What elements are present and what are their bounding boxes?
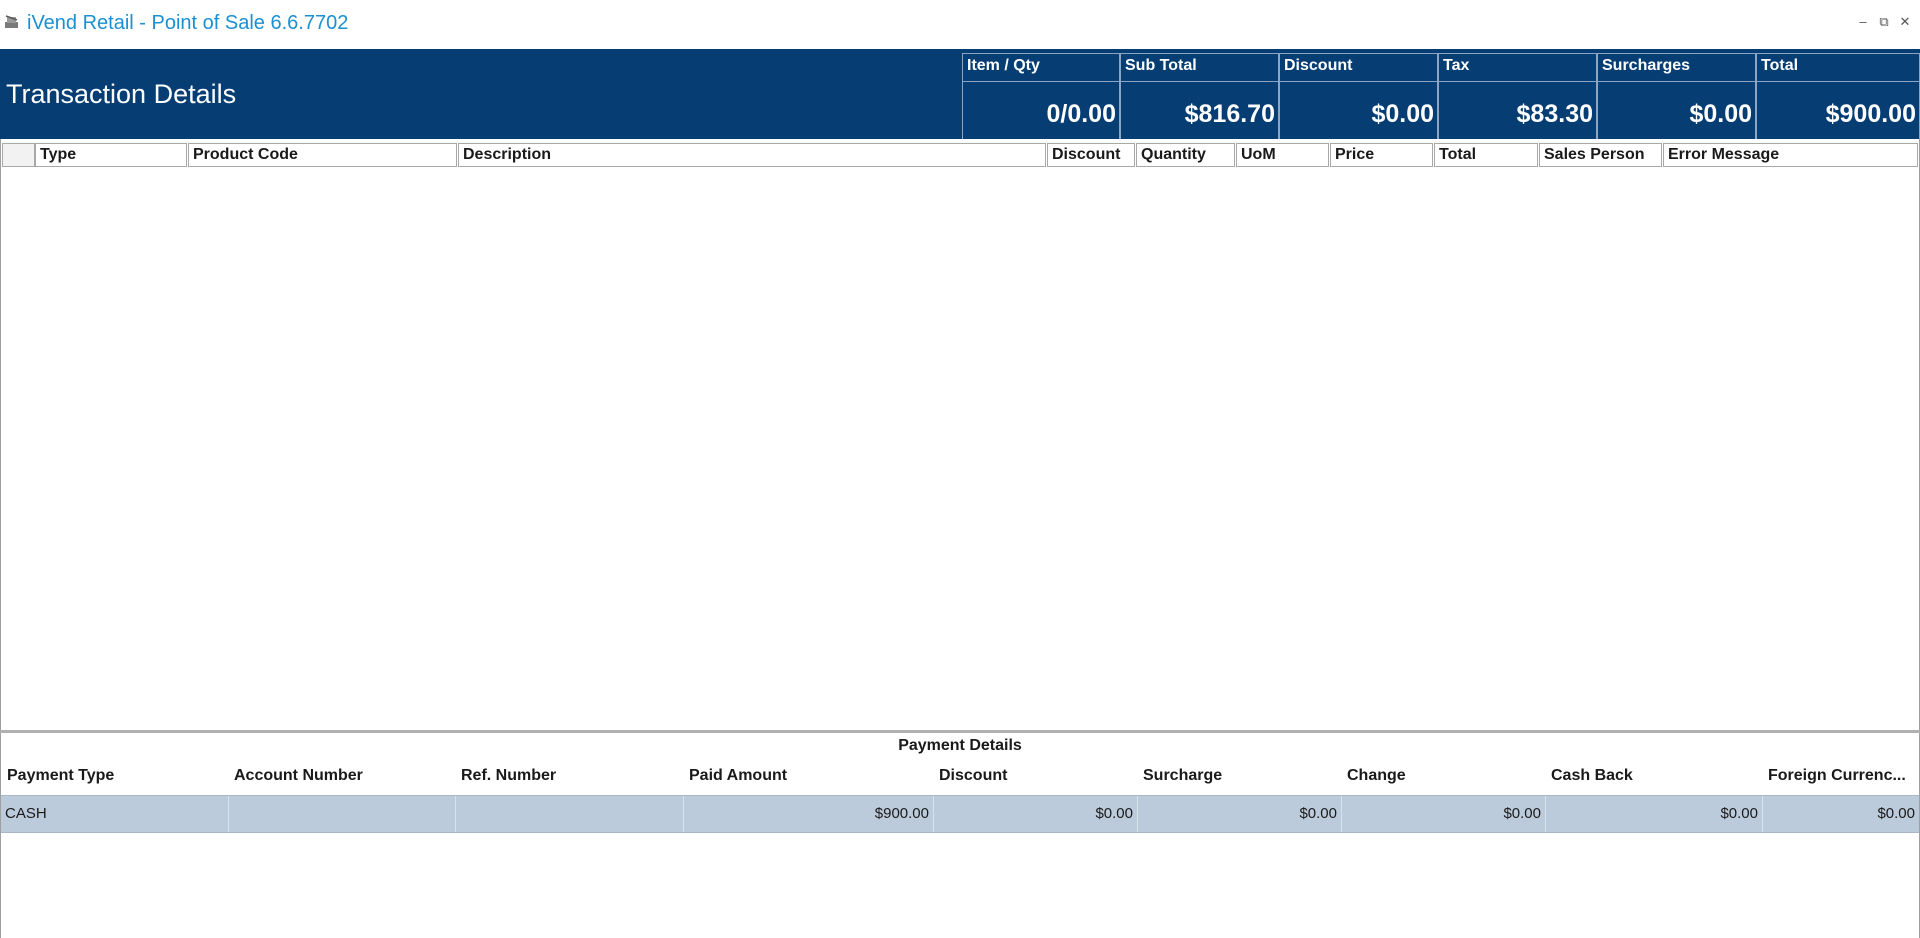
pay-col-header-cash-back[interactable]: Cash Back	[1546, 767, 1763, 791]
window-title: iVend Retail - Point of Sale 6.6.7702	[27, 12, 349, 34]
payment-row[interactable]: CASH $900.00 $0.00 $0.00 $0.00 $0.00 $0.…	[1, 795, 1919, 833]
summary-item-qty: Item / Qty 0/0.00	[962, 53, 1120, 139]
summary-label: Surcharges	[1602, 57, 1691, 74]
summary-label: Sub Total	[1125, 57, 1197, 74]
page-title: Transaction Details	[6, 79, 237, 109]
summary-value: $0.00	[1371, 100, 1434, 128]
payment-type-cell[interactable]: CASH	[1, 796, 229, 832]
col-header-uom[interactable]: UoM	[1236, 143, 1329, 167]
summary-surcharges: Surcharges $0.00	[1597, 53, 1756, 139]
payment-details-title: Payment Details	[898, 737, 1022, 754]
account-number-cell[interactable]	[229, 796, 456, 832]
payment-details-panel: Payment Details Payment Type Account Num…	[0, 733, 1920, 938]
col-header-type[interactable]: Type	[35, 143, 187, 167]
row-selector-header[interactable]	[2, 143, 35, 167]
paid-amount-cell[interactable]: $900.00	[684, 796, 934, 832]
pay-col-header-paid-amount[interactable]: Paid Amount	[684, 767, 934, 791]
transaction-header: Transaction Details Item / Qty 0/0.00 Su…	[0, 49, 1920, 139]
col-header-sales-person[interactable]: Sales Person	[1539, 143, 1662, 167]
summary-total: Total $900.00	[1756, 53, 1920, 139]
discount-cell[interactable]: $0.00	[934, 796, 1138, 832]
transaction-grid[interactable]: Type Product Code Description Discount Q…	[0, 139, 1920, 732]
summary-discount: Discount $0.00	[1279, 53, 1438, 139]
summary-value: $816.70	[1184, 100, 1275, 128]
change-cell[interactable]: $0.00	[1342, 796, 1546, 832]
col-header-product-code[interactable]: Product Code	[188, 143, 457, 167]
col-header-quantity[interactable]: Quantity	[1136, 143, 1235, 167]
pay-col-header-account-number[interactable]: Account Number	[229, 767, 456, 791]
summary-sub-total: Sub Total $816.70	[1120, 53, 1279, 139]
col-header-description[interactable]: Description	[458, 143, 1046, 167]
pay-col-header-discount[interactable]: Discount	[934, 767, 1138, 791]
foreign-currency-cell[interactable]: $0.00	[1763, 796, 1919, 832]
col-header-price[interactable]: Price	[1330, 143, 1433, 167]
summary-label: Item / Qty	[967, 57, 1040, 74]
summary-value: $83.30	[1516, 100, 1593, 128]
pay-col-header-ref-number[interactable]: Ref. Number	[456, 767, 684, 791]
pay-col-header-change[interactable]: Change	[1342, 767, 1546, 791]
col-header-discount[interactable]: Discount	[1047, 143, 1135, 167]
grid-header-row: Type Product Code Description Discount Q…	[1, 143, 1919, 167]
pay-col-header-surcharge[interactable]: Surcharge	[1138, 767, 1342, 791]
pos-terminal-icon	[5, 15, 18, 28]
minimize-icon[interactable]: –	[1855, 14, 1871, 30]
summary-label: Discount	[1284, 57, 1353, 74]
summary-value: 0/0.00	[1046, 100, 1116, 128]
col-header-error-message[interactable]: Error Message	[1663, 143, 1918, 167]
cash-back-cell[interactable]: $0.00	[1546, 796, 1763, 832]
restore-icon[interactable]: ⧉	[1876, 14, 1892, 30]
summary-value: $0.00	[1689, 100, 1752, 128]
summary-tax: Tax $83.30	[1438, 53, 1597, 139]
ref-number-cell[interactable]	[456, 796, 684, 832]
close-icon[interactable]: ✕	[1897, 14, 1913, 30]
surcharge-cell[interactable]: $0.00	[1138, 796, 1342, 832]
window-title-bar: iVend Retail - Point of Sale 6.6.7702 – …	[0, 0, 1920, 49]
summary-value: $900.00	[1825, 100, 1916, 128]
summary-label: Total	[1761, 57, 1799, 74]
pay-col-header-payment-type[interactable]: Payment Type	[2, 767, 229, 791]
summary-label: Tax	[1443, 57, 1470, 74]
col-header-total[interactable]: Total	[1434, 143, 1538, 167]
pay-col-header-foreign-currency[interactable]: Foreign Currenc...	[1763, 767, 1919, 791]
